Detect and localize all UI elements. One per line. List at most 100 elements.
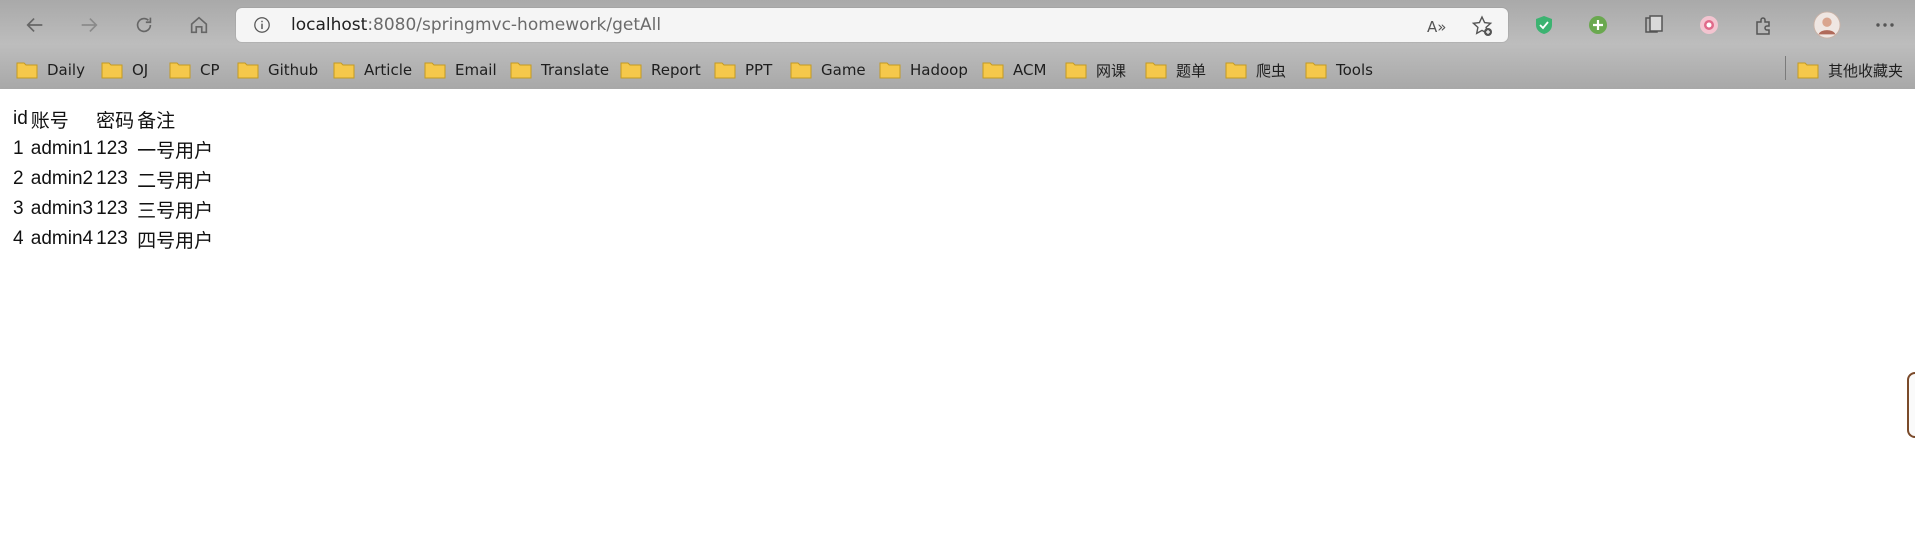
back-button[interactable] [19, 9, 51, 41]
table-row: 1 admin1 123 一号用户 [13, 134, 216, 164]
cell-remark: 三号用户 [137, 200, 214, 222]
table-row: 2 admin2 123 二号用户 [13, 164, 216, 194]
bookmark-oj[interactable]: OJ [101, 57, 148, 83]
folder-icon [879, 62, 901, 79]
table-header-row: id 账号 密码 备注 [13, 104, 216, 134]
info-icon[interactable] [253, 16, 271, 34]
bookmark-label: Hadoop [910, 61, 968, 79]
cell-account: admin1 [30, 138, 94, 159]
side-panel-tab[interactable] [1907, 372, 1915, 438]
folder-icon [982, 62, 1004, 79]
bookmark-acm[interactable]: ACM [982, 57, 1046, 83]
folder-icon [333, 62, 355, 79]
folder-icon [424, 62, 446, 79]
bookmark-label: Article [364, 61, 413, 79]
bookmark-github[interactable]: Github [237, 57, 318, 83]
bookmarks-bar: Daily OJ CP Github Article Email Transla… [0, 50, 1915, 89]
bookmark-wangke[interactable]: 网课 [1065, 57, 1126, 83]
profile-button[interactable] [1813, 11, 1841, 39]
read-aloud-icon[interactable]: A» [1426, 15, 1448, 37]
shield-extension-button[interactable] [1530, 11, 1558, 39]
cell-password: 123 [96, 198, 128, 219]
more-button[interactable] [1871, 11, 1899, 39]
bookmark-label: Report [651, 61, 701, 79]
bookmark-label: 题单 [1176, 61, 1207, 80]
header-password: 密码 [96, 110, 135, 132]
cell-id: 2 [13, 168, 24, 189]
folder-icon [16, 62, 38, 79]
bookmark-label: OJ [132, 61, 149, 79]
bookmark-label: ACM [1013, 61, 1047, 79]
bookmark-pachong[interactable]: 爬虫 [1225, 57, 1286, 83]
bookmark-translate[interactable]: Translate [510, 57, 609, 83]
extensions-button[interactable] [1750, 11, 1778, 39]
puzzle-icon [1756, 17, 1770, 35]
plus-extension-button[interactable] [1584, 11, 1612, 39]
arrow-right-icon [81, 17, 98, 33]
url-text[interactable]: localhost:8080/springmvc-homework/getAll [291, 14, 661, 36]
bookmark-email[interactable]: Email [424, 57, 497, 83]
folder-icon [510, 62, 532, 79]
header-id: id [13, 108, 28, 129]
cell-password: 123 [96, 168, 128, 189]
folder-icon [169, 62, 191, 79]
collections-icon [1645, 15, 1663, 33]
cell-remark: 一号用户 [137, 140, 214, 162]
bookmark-report[interactable]: Report [620, 57, 701, 83]
folder-icon [1065, 62, 1087, 79]
avatar-icon [1813, 11, 1841, 39]
more-dots-icon [1876, 23, 1894, 27]
bookmark-label: Email [455, 61, 497, 79]
folder-icon [237, 62, 259, 79]
cell-id: 1 [13, 138, 24, 159]
record-extension-button[interactable] [1695, 11, 1723, 39]
read-aloud-label: A» [1427, 18, 1446, 36]
browser-toolbar: localhost:8080/springmvc-homework/getAll… [0, 0, 1915, 50]
folder-icon [620, 62, 642, 79]
bookmark-tidan[interactable]: 题单 [1145, 57, 1206, 83]
folder-icon [1305, 62, 1327, 79]
url-path: :8080/springmvc-homework/getAll [367, 15, 662, 35]
forward-button[interactable] [73, 9, 105, 41]
bookmark-daily[interactable]: Daily [16, 57, 85, 83]
bookmarks-separator [1785, 56, 1786, 80]
bookmark-label: Github [268, 61, 319, 79]
cell-account: admin2 [30, 168, 94, 189]
page-content: id 账号 密码 备注 1 admin1 123 一号用户 2 admin2 1… [13, 104, 216, 254]
folder-icon [790, 62, 812, 79]
shield-check-icon [1536, 16, 1552, 34]
bookmark-label: PPT [745, 61, 773, 79]
record-icon [1700, 16, 1718, 34]
cell-remark: 四号用户 [137, 230, 214, 252]
cell-password: 123 [96, 228, 128, 249]
bookmark-label: Game [821, 61, 866, 79]
bookmark-tools[interactable]: Tools [1305, 57, 1373, 83]
bookmark-label: Daily [47, 61, 85, 79]
folder-icon [714, 62, 736, 79]
bookmark-article[interactable]: Article [333, 57, 412, 83]
favorite-star-icon[interactable] [1471, 15, 1493, 37]
bookmark-hadoop[interactable]: Hadoop [879, 57, 968, 83]
refresh-button[interactable] [128, 9, 160, 41]
bookmark-label: CP [200, 61, 220, 79]
folder-icon [101, 62, 123, 79]
collections-button[interactable] [1640, 11, 1668, 39]
url-host: localhost [291, 15, 368, 35]
arrow-left-icon [26, 17, 43, 33]
user-table: id 账号 密码 备注 1 admin1 123 一号用户 2 admin2 1… [13, 104, 216, 254]
bookmark-label: 网课 [1096, 61, 1127, 80]
cell-id: 4 [13, 228, 24, 249]
home-button[interactable] [183, 9, 215, 41]
cell-id: 3 [13, 198, 24, 219]
bookmark-label: 爬虫 [1256, 61, 1287, 80]
bookmark-cp[interactable]: CP [169, 57, 220, 83]
bookmark-game[interactable]: Game [790, 57, 866, 83]
cell-remark: 二号用户 [137, 170, 214, 192]
bookmark-ppt[interactable]: PPT [714, 57, 772, 83]
header-account: 账号 [30, 110, 69, 132]
folder-icon [1225, 62, 1247, 79]
address-bar[interactable]: localhost:8080/springmvc-homework/getAll… [236, 8, 1508, 42]
cell-account: admin4 [30, 228, 94, 249]
other-bookmarks[interactable]: 其他收藏夹 [1797, 57, 1903, 83]
table-row: 4 admin4 123 四号用户 [13, 224, 216, 254]
